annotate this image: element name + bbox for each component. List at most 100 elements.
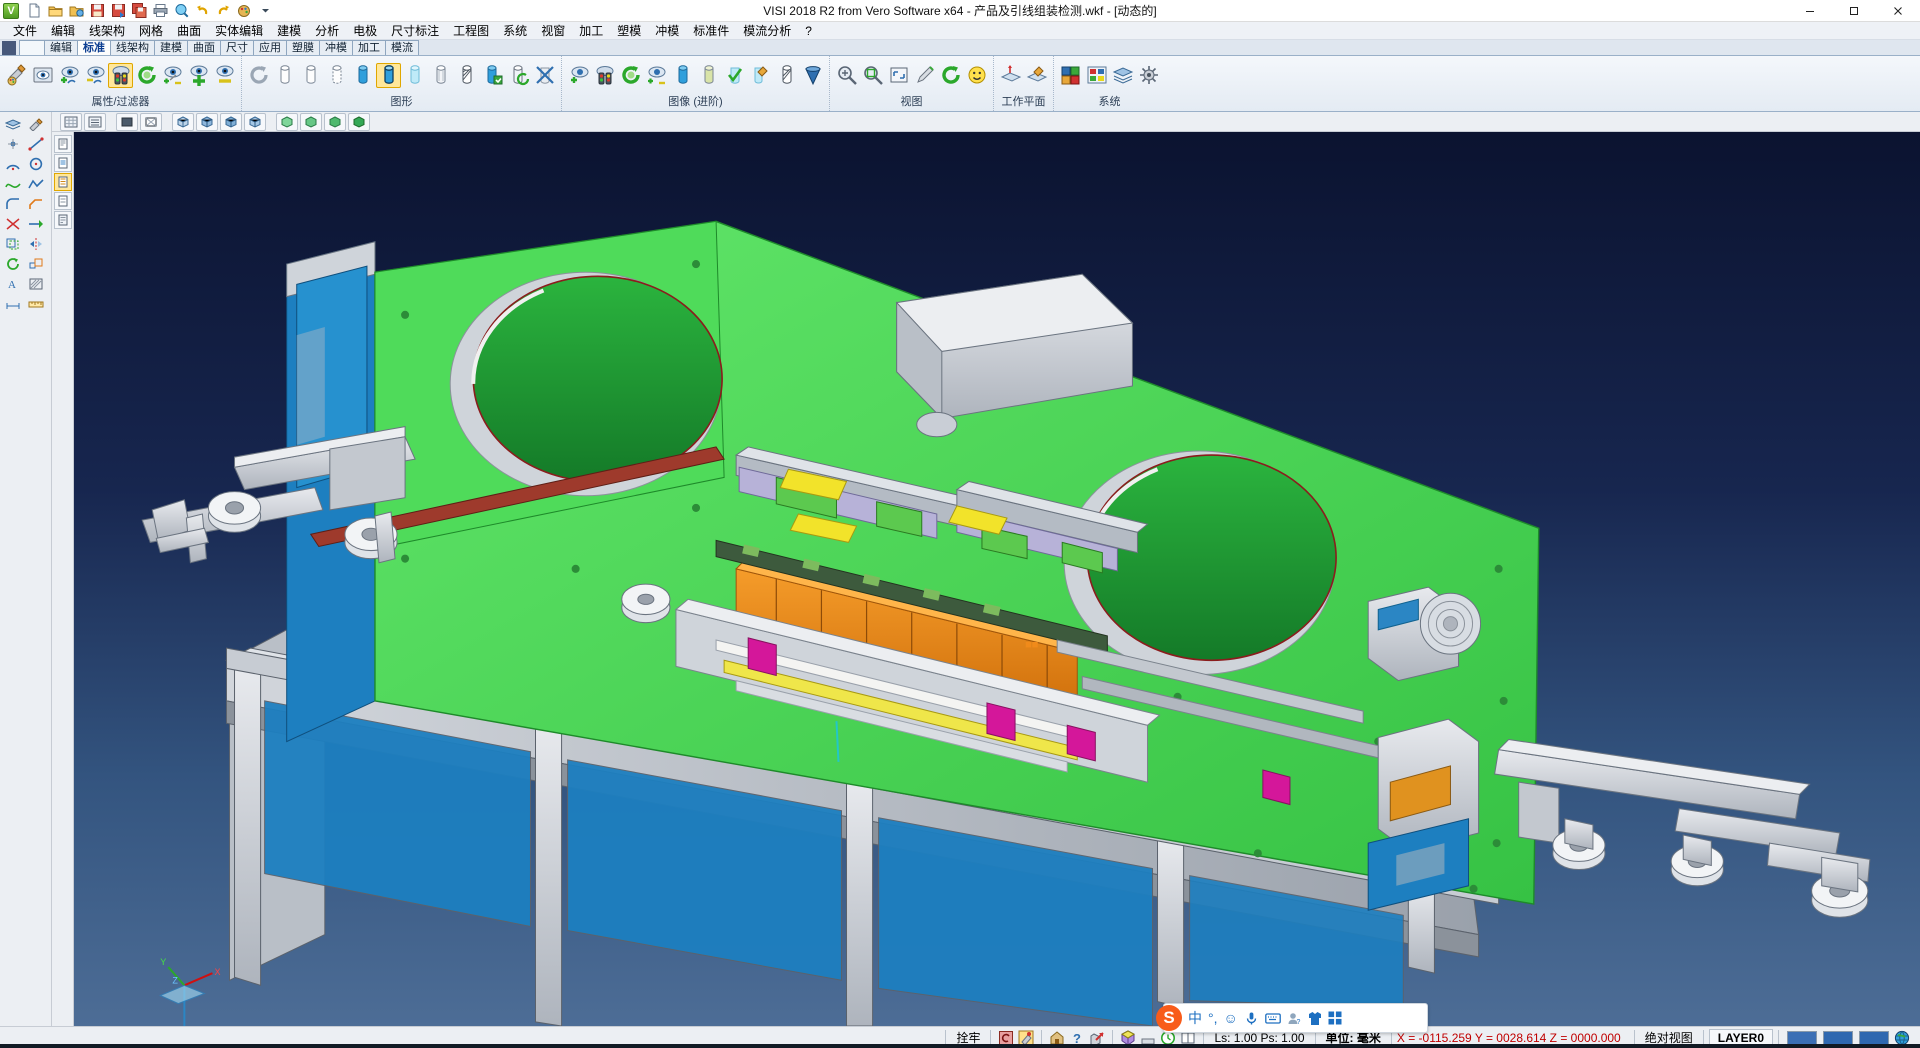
visibility-swap-icon[interactable] — [160, 63, 185, 88]
workplane-new-icon[interactable] — [998, 63, 1023, 88]
ime-apps-icon[interactable] — [1328, 1011, 1342, 1025]
tab-modeling[interactable]: 建模 — [154, 40, 188, 55]
dynamic-rotate-icon[interactable] — [938, 63, 963, 88]
tab-moldtool[interactable]: 塑膜 — [286, 40, 320, 55]
hidden-line-icon[interactable] — [298, 63, 323, 88]
section-view-icon[interactable] — [454, 63, 479, 88]
rotate-view-icon[interactable] — [246, 63, 271, 88]
hidden-line-dashed-icon[interactable] — [324, 63, 349, 88]
sogou-logo-icon[interactable]: S — [1156, 1005, 1182, 1031]
adv-shade1-icon[interactable] — [670, 63, 695, 88]
polyline-icon[interactable] — [25, 174, 47, 194]
zoom-window-icon[interactable] — [834, 63, 859, 88]
ime-keyboard-icon[interactable] — [1265, 1012, 1281, 1025]
view-list-icon[interactable] — [84, 113, 106, 131]
panel-item-3-icon[interactable] — [54, 173, 72, 191]
offset-icon[interactable] — [2, 234, 24, 254]
menu-item-modeling[interactable]: 建模 — [270, 22, 308, 40]
adv-check-icon[interactable] — [722, 63, 747, 88]
quick-access-toolbar[interactable]: V — [0, 1, 275, 21]
menu-item-edit[interactable]: 编辑 — [44, 22, 82, 40]
tab-progress[interactable]: 冲模 — [319, 40, 353, 55]
menu-item-electrode[interactable]: 电极 — [346, 22, 384, 40]
menu-item-machining[interactable]: 加工 — [572, 22, 610, 40]
view-iso2-icon[interactable] — [196, 113, 218, 131]
shaded-icon[interactable] — [350, 63, 375, 88]
qat-more-icon[interactable] — [255, 1, 275, 21]
system-colors-icon[interactable] — [1084, 63, 1109, 88]
redo-icon[interactable] — [213, 1, 233, 21]
menu-item-flow-analysis[interactable]: 模流分析 — [736, 22, 798, 40]
tab-dimension[interactable]: 尺寸 — [220, 40, 254, 55]
open-folder-icon[interactable] — [45, 1, 65, 21]
adv-paint-icon[interactable] — [748, 63, 773, 88]
adv-hatch-icon[interactable] — [774, 63, 799, 88]
menu-item-help[interactable]: ? — [798, 22, 819, 40]
ime-voice-icon[interactable] — [1244, 1011, 1259, 1026]
view-shade-icon[interactable] — [116, 113, 138, 131]
view-face-icon[interactable] — [964, 63, 989, 88]
regen-view-icon[interactable] — [506, 63, 531, 88]
adv-traffic-icon[interactable] — [592, 63, 617, 88]
tab-machining[interactable]: 加工 — [352, 40, 386, 55]
system-layers-icon[interactable] — [1110, 63, 1135, 88]
tab-standard[interactable]: 标准 — [77, 40, 111, 55]
clear-render-icon[interactable] — [532, 63, 557, 88]
scale-icon[interactable] — [25, 254, 47, 274]
print-icon[interactable] — [150, 1, 170, 21]
zoom-all-icon[interactable] — [860, 63, 885, 88]
menu-bar[interactable]: 文件 编辑 线架构 网格 曲面 实体编辑 建模 分析 电极 尺寸标注 工程图 系… — [0, 22, 1920, 40]
menu-item-moldtool[interactable]: 塑模 — [610, 22, 648, 40]
adv-visibility-icon[interactable] — [566, 63, 591, 88]
panel-item-1-icon[interactable] — [54, 135, 72, 153]
view-wire-icon[interactable] — [140, 113, 162, 131]
color-chip-1[interactable] — [1787, 1031, 1817, 1045]
properties-paint-icon[interactable] — [4, 63, 29, 88]
minimize-button[interactable] — [1788, 0, 1832, 22]
adv-cone-icon[interactable] — [800, 63, 825, 88]
color-chip-3[interactable] — [1859, 1031, 1889, 1045]
window-controls[interactable] — [1788, 0, 1920, 22]
tab-edit[interactable]: 编辑 — [44, 40, 78, 55]
menu-item-drawing[interactable]: 工程图 — [446, 22, 496, 40]
view-fit-icon[interactable] — [348, 113, 370, 131]
zoom-fit-icon[interactable] — [886, 63, 911, 88]
adv-refresh-icon[interactable] — [618, 63, 643, 88]
menu-item-dimension[interactable]: 尺寸标注 — [384, 22, 446, 40]
trim-icon[interactable] — [2, 214, 24, 234]
measure-icon[interactable] — [25, 294, 47, 314]
maximize-button[interactable] — [1832, 0, 1876, 22]
panel-item-2-icon[interactable] — [54, 154, 72, 172]
view-iso3-icon[interactable] — [220, 113, 242, 131]
panel-item-5-icon[interactable] — [54, 211, 72, 229]
rotate-icon[interactable] — [2, 254, 24, 274]
panel-item-4-icon[interactable] — [54, 192, 72, 210]
fillet-icon[interactable] — [2, 194, 24, 214]
view-top-icon[interactable] — [276, 113, 298, 131]
render-quality-icon[interactable] — [428, 63, 453, 88]
close-button[interactable] — [1876, 0, 1920, 22]
adv-swap-icon[interactable] — [644, 63, 669, 88]
save-view-icon[interactable] — [480, 63, 505, 88]
shaded-edges-icon[interactable] — [376, 63, 401, 88]
menu-item-solid-edit[interactable]: 实体编辑 — [208, 22, 270, 40]
view-front-icon[interactable] — [300, 113, 322, 131]
undo-icon[interactable] — [192, 1, 212, 21]
menu-item-analysis[interactable]: 分析 — [308, 22, 346, 40]
menu-item-window[interactable]: 视窗 — [534, 22, 572, 40]
3d-viewport[interactable]: ■■ X Y Z — [74, 132, 1920, 1026]
circle-icon[interactable] — [25, 154, 47, 174]
ribbon-tab-bar[interactable]: 编辑 标准 线架构 建模 曲面 尺寸 应用 塑膜 冲模 加工 模流 — [0, 40, 1920, 56]
tab-apply[interactable]: 应用 — [253, 40, 287, 55]
chamfer-icon[interactable] — [25, 194, 47, 214]
adv-shade2-icon[interactable] — [696, 63, 721, 88]
viewport-side-panel[interactable] — [52, 132, 74, 1026]
color-icon[interactable] — [234, 1, 254, 21]
show-add-icon[interactable] — [56, 63, 81, 88]
line-icon[interactable] — [25, 134, 47, 154]
workplane-edit-icon[interactable] — [1024, 63, 1049, 88]
point-icon[interactable] — [2, 134, 24, 154]
wireframe-shade-icon[interactable] — [272, 63, 297, 88]
visible-all-icon[interactable] — [186, 63, 211, 88]
arc-icon[interactable] — [2, 154, 24, 174]
